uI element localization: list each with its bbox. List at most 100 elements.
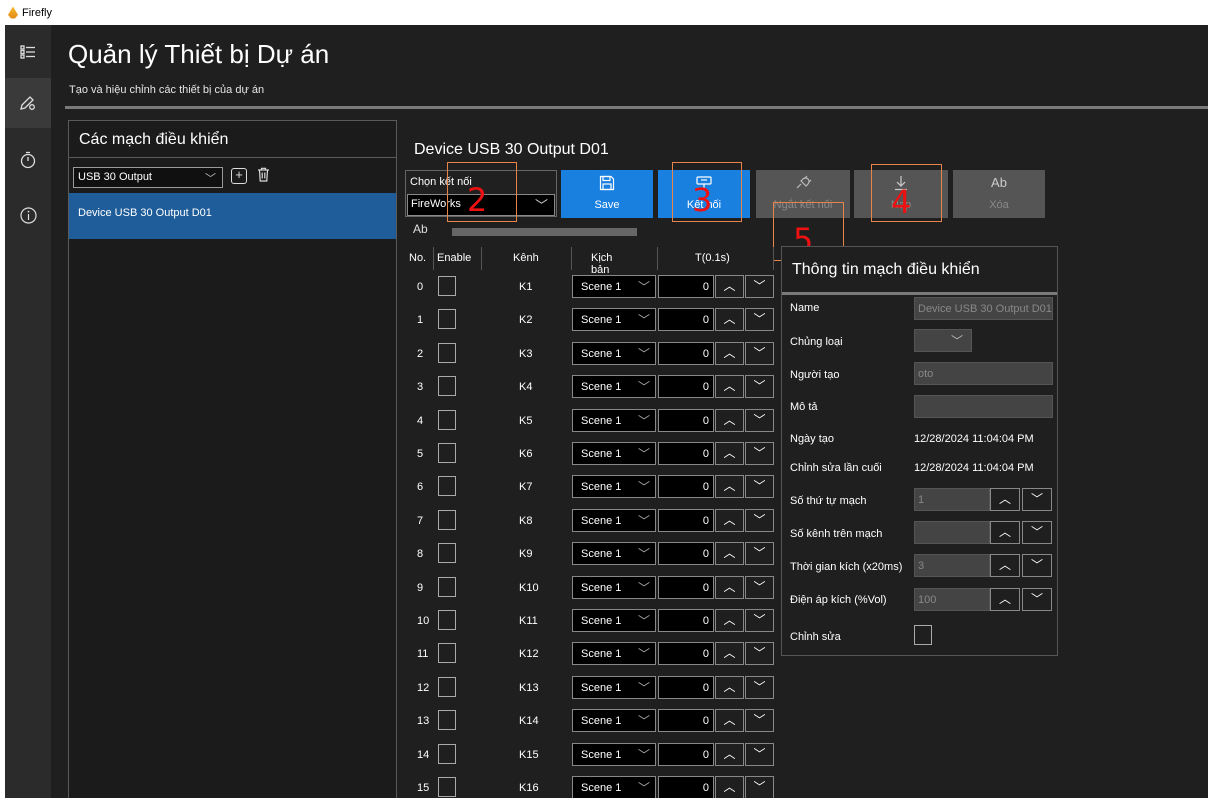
enable-checkbox[interactable]	[438, 777, 456, 797]
scene-select[interactable]: Scene 1 ﹀	[572, 642, 656, 666]
scene-select[interactable]: Scene 1 ﹀	[572, 442, 656, 465]
time-input[interactable]: 0	[658, 442, 714, 465]
hamburger-list-icon[interactable]	[5, 27, 51, 77]
decrement-button[interactable]: ﹀	[745, 375, 774, 399]
scene-select[interactable]: Scene 1 ﹀	[572, 675, 656, 699]
channels-decrement-button[interactable]: ﹀	[1022, 521, 1052, 544]
increment-button[interactable]: ︿	[715, 442, 744, 465]
channels-increment-button[interactable]: ︿	[990, 521, 1020, 544]
trigger-time-increment-button[interactable]: ︿	[990, 554, 1020, 577]
increment-button[interactable]: ︿	[715, 575, 744, 599]
increment-button[interactable]: ︿	[715, 709, 744, 733]
type-select[interactable]: ﹀	[914, 329, 972, 352]
controller-type-select[interactable]: USB 30 Output ﹀	[73, 167, 223, 188]
decrement-button[interactable]: ﹀	[745, 341, 774, 365]
description-field[interactable]	[914, 395, 1053, 418]
decrement-button[interactable]: ﹀	[745, 408, 774, 432]
channels-field[interactable]	[914, 521, 990, 544]
scene-select[interactable]: Scene 1 ﹀	[572, 609, 656, 632]
enable-checkbox[interactable]	[438, 342, 456, 363]
increment-button[interactable]: ︿	[715, 408, 744, 432]
voltage-field[interactable]: 100	[914, 588, 990, 611]
delete-controller-button[interactable]	[257, 167, 270, 185]
scene-select[interactable]: Scene 1 ﹀	[572, 475, 656, 499]
enable-checkbox[interactable]	[438, 576, 456, 597]
time-input[interactable]: 0	[658, 709, 714, 733]
time-input[interactable]: 0	[658, 475, 714, 499]
increment-button[interactable]: ︿	[715, 275, 744, 298]
enable-checkbox[interactable]	[438, 309, 456, 330]
decrement-button[interactable]: ﹀	[745, 609, 774, 632]
stopwatch-icon[interactable]	[5, 135, 51, 185]
time-input[interactable]: 0	[658, 508, 714, 532]
trigger-time-field[interactable]: 3	[914, 554, 990, 577]
decrement-button[interactable]: ﹀	[745, 275, 774, 298]
order-decrement-button[interactable]: ﹀	[1022, 488, 1052, 511]
decrement-button[interactable]: ﹀	[745, 675, 774, 699]
increment-button[interactable]: ︿	[715, 308, 744, 332]
rename-icon[interactable]: Ab	[413, 222, 428, 236]
decrement-button[interactable]: ﹀	[745, 442, 774, 465]
scene-select[interactable]: Scene 1 ﹀	[572, 408, 656, 432]
enable-checkbox[interactable]	[438, 610, 456, 630]
delete-button[interactable]: Ab Xóa	[953, 170, 1045, 218]
time-input[interactable]: 0	[658, 575, 714, 599]
time-input[interactable]: 0	[658, 341, 714, 365]
time-input[interactable]: 0	[658, 642, 714, 666]
enable-checkbox[interactable]	[438, 743, 456, 764]
time-input[interactable]: 0	[658, 675, 714, 699]
increment-button[interactable]: ︿	[715, 475, 744, 499]
increment-button[interactable]: ︿	[715, 341, 744, 365]
increment-button[interactable]: ︿	[715, 675, 744, 699]
enable-checkbox[interactable]	[438, 676, 456, 697]
time-input[interactable]: 0	[658, 408, 714, 432]
decrement-button[interactable]: ﹀	[745, 742, 774, 766]
edit-checkbox[interactable]	[914, 625, 932, 645]
time-input[interactable]: 0	[658, 542, 714, 566]
info-icon[interactable]	[5, 190, 51, 240]
enable-checkbox[interactable]	[438, 543, 456, 564]
scene-select[interactable]: Scene 1 ﹀	[572, 575, 656, 599]
enable-checkbox[interactable]	[438, 409, 456, 430]
scene-select[interactable]: Scene 1 ﹀	[572, 375, 656, 399]
enable-checkbox[interactable]	[438, 509, 456, 530]
scene-select[interactable]: Scene 1 ﹀	[572, 275, 656, 298]
edit-device-icon[interactable]	[5, 78, 51, 128]
controller-list-item[interactable]: Device USB 30 Output D01	[69, 193, 396, 239]
time-input[interactable]: 0	[658, 742, 714, 766]
decrement-button[interactable]: ﹀	[745, 308, 774, 332]
scene-select[interactable]: Scene 1 ﹀	[572, 341, 656, 365]
time-input[interactable]: 0	[658, 308, 714, 332]
decrement-button[interactable]: ﹀	[745, 508, 774, 532]
decrement-button[interactable]: ﹀	[745, 542, 774, 566]
order-field[interactable]: 1	[914, 488, 990, 511]
enable-checkbox[interactable]	[438, 476, 456, 497]
scene-select[interactable]: Scene 1 ﹀	[572, 742, 656, 766]
decrement-button[interactable]: ﹀	[745, 575, 774, 599]
scene-select[interactable]: Scene 1 ﹀	[572, 776, 656, 798]
voltage-decrement-button[interactable]: ﹀	[1022, 588, 1052, 611]
save-button[interactable]: Save	[561, 170, 653, 218]
name-field[interactable]: Device USB 30 Output D01	[914, 297, 1053, 320]
trigger-time-decrement-button[interactable]: ﹀	[1022, 554, 1052, 577]
enable-checkbox[interactable]	[438, 710, 456, 731]
increment-button[interactable]: ︿	[715, 375, 744, 399]
increment-button[interactable]: ︿	[715, 742, 744, 766]
order-increment-button[interactable]: ︿	[990, 488, 1020, 511]
decrement-button[interactable]: ﹀	[745, 709, 774, 733]
scene-select[interactable]: Scene 1 ﹀	[572, 542, 656, 566]
time-input[interactable]: 0	[658, 375, 714, 399]
enable-checkbox[interactable]	[438, 276, 456, 296]
time-input[interactable]: 0	[658, 275, 714, 298]
voltage-increment-button[interactable]: ︿	[990, 588, 1020, 611]
time-input[interactable]: 0	[658, 776, 714, 798]
time-input[interactable]: 0	[658, 609, 714, 632]
increment-button[interactable]: ︿	[715, 609, 744, 632]
decrement-button[interactable]: ﹀	[745, 642, 774, 666]
scene-select[interactable]: Scene 1 ﹀	[572, 508, 656, 532]
increment-button[interactable]: ︿	[715, 776, 744, 798]
increment-button[interactable]: ︿	[715, 642, 744, 666]
increment-button[interactable]: ︿	[715, 508, 744, 532]
enable-checkbox[interactable]	[438, 376, 456, 397]
decrement-button[interactable]: ﹀	[745, 776, 774, 798]
